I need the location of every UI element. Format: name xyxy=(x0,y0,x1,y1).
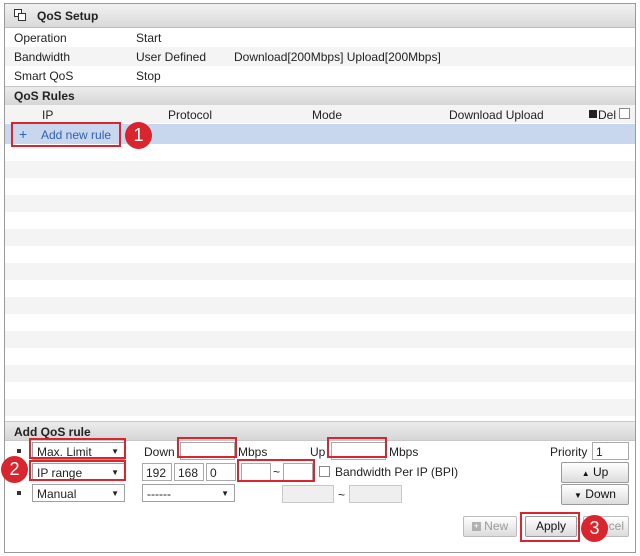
status-value: Start xyxy=(136,31,162,45)
qos-rules-section: QoS Rules xyxy=(5,86,635,106)
section-title: Add QoS rule xyxy=(14,425,91,439)
status-label: Operation xyxy=(14,31,67,45)
rules-list-area xyxy=(5,144,635,421)
triangle-up-icon: ▲ xyxy=(581,469,590,478)
priority-input[interactable]: 1 xyxy=(592,442,629,460)
qos-window-icon xyxy=(14,9,26,21)
status-value: User Defined xyxy=(136,50,207,64)
button-label: Up xyxy=(592,465,609,479)
annotation-box xyxy=(11,122,121,147)
col-mode: Mode xyxy=(312,108,343,122)
up-label: Up xyxy=(310,445,326,459)
annotation-box xyxy=(177,437,237,458)
status-row-operation: Operation Start xyxy=(5,28,635,47)
button-label: New xyxy=(484,519,509,533)
protocol-select[interactable]: ------ ▼ xyxy=(142,484,235,502)
triangle-down-icon: ▼ xyxy=(574,491,582,500)
input-value: 0 xyxy=(210,466,217,480)
ip-octet-2[interactable]: 168 xyxy=(174,463,204,481)
mbps-label: Mbps xyxy=(238,445,268,459)
bpi-label: Bandwidth Per IP (BPI) xyxy=(335,465,459,479)
select-value: ------ xyxy=(147,487,171,501)
bpi-checkbox[interactable] xyxy=(319,466,330,477)
input-value: 168 xyxy=(178,466,199,480)
ip-octet-1[interactable]: 192 xyxy=(142,463,172,481)
status-row-bandwidth: Bandwidth User Defined Download[200Mbps]… xyxy=(5,47,635,66)
status-label: Smart QoS xyxy=(14,69,74,83)
status-extra: Download[200Mbps] Upload[200Mbps] xyxy=(234,50,441,64)
mbps-label: Mbps xyxy=(389,445,419,459)
down-label: Down xyxy=(144,445,175,459)
title-bar: QoS Setup xyxy=(5,4,635,28)
chevron-down-icon: ▼ xyxy=(221,489,229,498)
status-label: Bandwidth xyxy=(14,50,71,64)
annotation-box xyxy=(237,459,315,482)
status-row-smart-qos: Smart QoS Stop xyxy=(5,66,635,85)
square-bullet xyxy=(17,449,21,453)
port-end-input[interactable] xyxy=(349,485,402,503)
ip-octet-3[interactable]: 0 xyxy=(206,463,236,481)
col-protocol: Protocol xyxy=(168,108,213,122)
input-value: 192 xyxy=(146,466,167,480)
annotation-badge-2: 2 xyxy=(1,456,28,483)
minus-icon xyxy=(589,110,597,118)
button-label: Down xyxy=(585,487,616,501)
select-value: Manual xyxy=(37,487,77,501)
new-button[interactable]: + New xyxy=(463,516,517,537)
section-title: QoS Rules xyxy=(14,89,75,103)
input-value: 1 xyxy=(596,445,603,459)
plus-icon: + xyxy=(471,521,481,532)
col-del: Del xyxy=(598,108,617,122)
port-separator: ~ xyxy=(338,488,346,502)
del-all-checkbox[interactable] xyxy=(619,108,630,119)
col-ip: IP xyxy=(42,108,54,122)
move-down-button[interactable]: ▼ Down xyxy=(561,484,629,505)
annotation-box xyxy=(520,512,580,542)
annotation-box xyxy=(29,460,126,481)
annotation-badge-1: 1 xyxy=(125,122,152,149)
chevron-down-icon: ▼ xyxy=(111,489,119,498)
status-value: Stop xyxy=(136,69,161,83)
annotation-box xyxy=(327,437,387,458)
annotation-box xyxy=(29,438,126,459)
square-bullet xyxy=(17,491,21,495)
annotation-badge-3: 3 xyxy=(581,515,608,542)
col-download-upload: Download Upload xyxy=(449,108,544,122)
priority-label: Priority xyxy=(550,445,588,459)
rules-table-header: IP Protocol Mode Download Upload Del xyxy=(5,105,635,123)
move-up-button[interactable]: ▲ Up xyxy=(561,462,629,483)
page-title: QoS Setup xyxy=(37,9,99,23)
mode-select[interactable]: Manual ▼ xyxy=(32,484,125,502)
port-start-input[interactable] xyxy=(282,485,334,503)
